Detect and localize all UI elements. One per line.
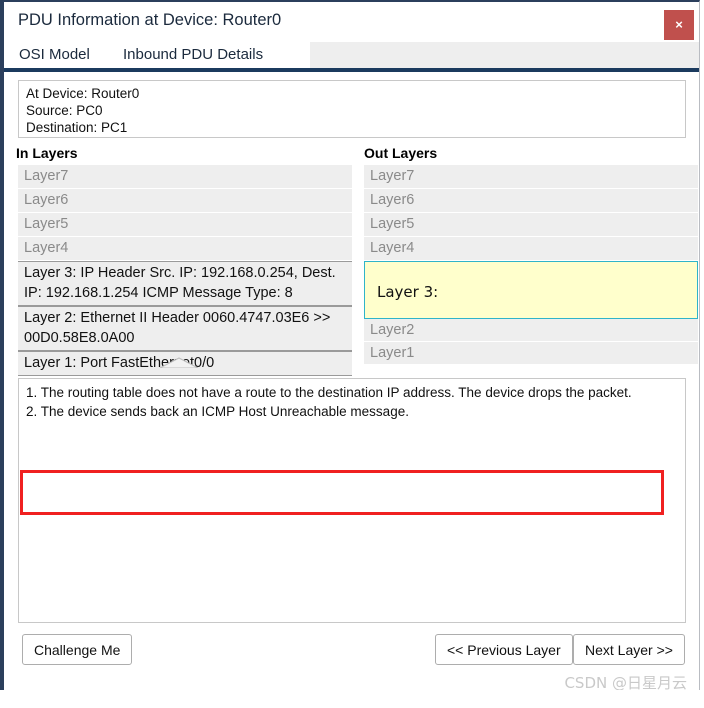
in-layer-item-3[interactable]: Layer 3: IP Header Src. IP: 192.168.0.25… — [18, 261, 352, 306]
dialog-content: At Device: Router0 Source: PC0 Destinati… — [4, 73, 699, 693]
tab-strip-filler — [310, 42, 699, 71]
out-layer-item-1[interactable]: Layer1 — [364, 342, 698, 365]
dialog-titlebar: PDU Information at Device: Router0 × — [4, 2, 699, 42]
chevron-up-icon[interactable] — [159, 356, 199, 368]
device-info-panel: At Device: Router0 Source: PC0 Destinati… — [18, 80, 686, 138]
description-line-2: 2. The device sends back an ICMP Host Un… — [26, 403, 409, 419]
out-layer-item-2[interactable]: Layer2 — [364, 319, 698, 342]
background-ghost-text — [10, 692, 13, 704]
in-layers-heading: In Layers — [16, 145, 78, 161]
out-layer-item-5[interactable]: Layer5 — [364, 213, 698, 237]
description-line-1: 1. The routing table does not have a rou… — [26, 385, 632, 400]
out-layers-heading: Out Layers — [364, 145, 438, 161]
device-info-source: Source: PC0 — [26, 103, 103, 118]
background-app-strip — [0, 690, 704, 708]
device-info-destination: Destination: PC1 — [26, 120, 128, 135]
challenge-me-button[interactable]: Challenge Me — [22, 634, 133, 665]
out-layer-item-7[interactable]: Layer7 — [364, 165, 698, 189]
next-layer-button[interactable]: Next Layer >> — [573, 634, 685, 665]
out-layer-item-3[interactable]: Layer 3: — [364, 261, 698, 319]
in-layer-item-2[interactable]: Layer 2: Ethernet II Header 0060.4747.03… — [18, 306, 352, 351]
in-layer-item-6[interactable]: Layer6 — [18, 189, 352, 213]
in-layers-list: Layer7 Layer6 Layer5 Layer4 Layer 3: IP … — [18, 165, 352, 376]
previous-layer-button[interactable]: << Previous Layer — [435, 634, 573, 665]
tab-strip-underline — [4, 68, 699, 72]
in-layer-item-5[interactable]: Layer5 — [18, 213, 352, 237]
out-layers-list: Layer7 Layer6 Layer5 Layer4 Layer 3: Lay… — [364, 165, 698, 365]
out-layer-item-6[interactable]: Layer6 — [364, 189, 698, 213]
tab-strip: OSI Model Inbound PDU Details — [4, 42, 699, 73]
dialog-title: PDU Information at Device: Router0 — [18, 11, 282, 29]
out-layer-item-4[interactable]: Layer4 — [364, 237, 698, 261]
pdu-information-dialog: PDU Information at Device: Router0 × OSI… — [0, 0, 700, 694]
in-layer-item-7[interactable]: Layer7 — [18, 165, 352, 189]
in-layer-item-4[interactable]: Layer4 — [18, 237, 352, 261]
layer-description-panel: 1. The routing table does not have a rou… — [18, 378, 686, 623]
close-button[interactable]: × — [664, 10, 694, 40]
device-info-at-device: At Device: Router0 — [26, 86, 140, 101]
